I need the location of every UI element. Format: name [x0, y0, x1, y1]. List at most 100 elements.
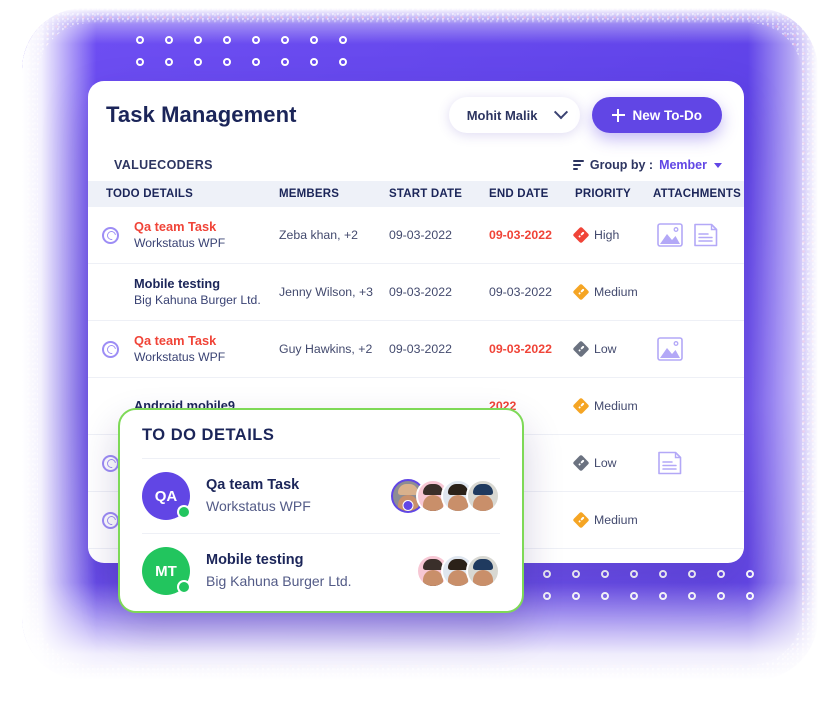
row-task-subtitle: Big Kahuna Burger Ltd. [134, 293, 261, 308]
row-attachments [653, 223, 732, 247]
document-attachment-icon[interactable] [657, 451, 683, 475]
column-header-members: MEMBERS [279, 188, 340, 200]
decorative-dot [717, 592, 725, 600]
new-todo-button[interactable]: New To-Do [591, 97, 722, 133]
decorative-dot [136, 58, 144, 66]
table-header-row: TODO DETAILS MEMBERS START DATE END DATE… [88, 181, 744, 207]
decorative-dot [223, 58, 231, 66]
column-header-attachments: ATTACHMENTS [653, 188, 742, 200]
row-start-date: 09-03-2022 [389, 285, 452, 299]
row-task-subtitle: Workstatus WPF [134, 236, 226, 251]
todo-details-item[interactable]: QA Qa team Task Workstatus WPF [142, 458, 500, 533]
column-header-priority: PRIORITY [575, 188, 631, 200]
row-priority: Medium [572, 283, 653, 301]
sync-refresh-icon[interactable] [102, 511, 119, 529]
priority-diamond-icon [572, 340, 590, 358]
table-toolbar: VALUECODERS Group by : Member [88, 149, 744, 181]
sync-refresh-icon[interactable] [102, 454, 119, 472]
decorative-dot [194, 58, 202, 66]
status-online-indicator [177, 505, 191, 519]
user-select-dropdown[interactable]: Mohit Malik [448, 97, 580, 133]
row-end-date: 09-03-2022 [489, 285, 552, 299]
decorative-dot [688, 592, 696, 600]
decorative-dot [136, 36, 144, 44]
decorative-dot [572, 592, 580, 600]
decorative-dot [746, 570, 754, 578]
todo-details-item-subtitle: Workstatus WPF [206, 498, 311, 515]
status-online-indicator [177, 580, 191, 594]
todo-details-item[interactable]: MT Mobile testing Big Kahuna Burger Ltd. [142, 533, 500, 608]
decorative-dot [310, 58, 318, 66]
priority-diamond-icon [572, 454, 590, 472]
group-by-control[interactable]: Group by : Member [572, 158, 722, 172]
decorative-dot [630, 570, 638, 578]
member-avatar[interactable] [466, 554, 500, 588]
row-todo-details[interactable]: Qa team Task Workstatus WPF [134, 218, 279, 252]
decorative-dot [601, 592, 609, 600]
todo-details-item-subtitle: Big Kahuna Burger Ltd. [206, 573, 352, 590]
row-priority-label: Medium [594, 285, 638, 299]
todo-details-item-title: Mobile testing [206, 552, 304, 569]
image-attachment-icon[interactable] [657, 223, 683, 247]
decorative-dot [165, 58, 173, 66]
decorative-dot [543, 592, 551, 600]
dot-pattern-top [136, 36, 347, 66]
row-priority-label: Medium [594, 513, 638, 527]
column-header-end-date: END DATE [489, 188, 549, 200]
todo-details-texts: Mobile testing Big Kahuna Burger Ltd. [206, 550, 400, 591]
row-attachments [653, 337, 732, 361]
sync-refresh-icon[interactable] [102, 226, 119, 244]
table-row[interactable]: Mobile testing Big Kahuna Burger Ltd. Je… [88, 264, 744, 321]
row-priority: Low [572, 340, 653, 358]
todo-details-list: QA Qa team Task Workstatus WPF MT Mobile… [142, 458, 500, 608]
decorative-dot [339, 36, 347, 44]
decorative-dot [601, 570, 609, 578]
member-avatar-stack [416, 554, 500, 588]
priority-diamond-icon [572, 283, 590, 301]
decorative-dot [572, 570, 580, 578]
row-task-title: Qa team Task [134, 218, 217, 234]
decorative-dot [339, 58, 347, 66]
row-attachments [653, 451, 732, 475]
row-priority: Medium [572, 511, 653, 529]
decorative-dot [630, 592, 638, 600]
member-avatar[interactable] [466, 479, 500, 513]
sync-refresh-icon[interactable] [102, 340, 119, 358]
group-by-value[interactable]: Member [659, 158, 707, 172]
table-row[interactable]: Qa team Task Workstatus WPF Guy Hawkins,… [88, 321, 744, 378]
page-title: Task Management [106, 102, 297, 127]
row-sync-cell [102, 340, 134, 358]
dot-pattern-bottom [543, 570, 754, 600]
row-priority-label: High [594, 228, 620, 242]
row-todo-details[interactable]: Qa team Task Workstatus WPF [134, 332, 279, 366]
row-sync-cell [102, 226, 134, 244]
image-attachment-icon[interactable] [657, 337, 683, 361]
group-by-label: Group by : [589, 158, 654, 172]
row-priority: Medium [572, 397, 653, 415]
plus-icon [611, 108, 625, 122]
row-start-date: 09-03-2022 [389, 228, 452, 242]
decorative-dot [717, 570, 725, 578]
row-priority: High [572, 226, 653, 244]
todo-details-card: TO DO DETAILS QA Qa team Task Workstatus… [118, 408, 524, 613]
row-members: Guy Hawkins, +2 [279, 342, 373, 356]
document-attachment-icon[interactable] [693, 223, 719, 247]
decorative-dot [252, 36, 260, 44]
decorative-dot [659, 592, 667, 600]
row-priority: Low [572, 454, 653, 472]
priority-diamond-icon [572, 511, 590, 529]
user-select-label: Mohit Malik [466, 107, 538, 123]
panel-header: Task Management Mohit Malik New To-Do [88, 81, 744, 149]
decorative-dot [165, 36, 173, 44]
row-todo-details[interactable]: Mobile testing Big Kahuna Burger Ltd. [134, 275, 279, 309]
caret-down-icon [714, 162, 722, 168]
row-priority-label: Low [594, 342, 617, 356]
decorative-dot [194, 36, 202, 44]
column-header-todo-details: TODO DETAILS [106, 188, 193, 200]
priority-diamond-icon [572, 397, 590, 415]
row-start-date: 09-03-2022 [389, 342, 452, 356]
member-badge-icon [402, 500, 414, 511]
todo-details-texts: Qa team Task Workstatus WPF [206, 475, 375, 516]
decorative-dot [659, 570, 667, 578]
table-row[interactable]: Qa team Task Workstatus WPF Zeba khan, +… [88, 207, 744, 264]
